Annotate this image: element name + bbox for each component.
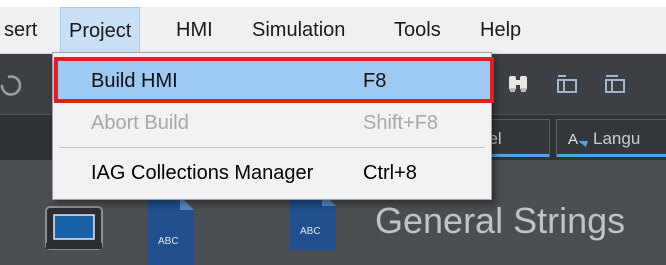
abc-badge: ABC bbox=[300, 226, 321, 237]
menu-insert[interactable]: sert bbox=[0, 7, 45, 53]
app-window: sert Project HMI Simulation Tools Help A… bbox=[0, 0, 666, 265]
abc-badge: ABC bbox=[158, 236, 179, 247]
menu-item-iag-collections-manager[interactable]: IAG Collections Manager Ctrl+8 bbox=[53, 153, 491, 193]
menu-hmi[interactable]: HMI bbox=[168, 7, 221, 53]
menubar: sert Project HMI Simulation Tools Help bbox=[0, 7, 666, 54]
menu-item-shortcut: Ctrl+8 bbox=[363, 162, 417, 184]
document-shape bbox=[290, 192, 336, 250]
tool-icon-2[interactable] bbox=[604, 74, 628, 96]
project-dropdown-menu: Build HMI F8 Abort Build Shift+F8 IAG Co… bbox=[52, 52, 492, 200]
undo-icon[interactable] bbox=[0, 72, 22, 98]
menu-project[interactable]: Project bbox=[60, 7, 141, 53]
workspace-title: General Strings bbox=[375, 200, 626, 241]
tool-icon-1[interactable] bbox=[556, 74, 580, 96]
menu-help[interactable]: Help bbox=[472, 7, 529, 53]
menu-item-shortcut: F8 bbox=[363, 70, 387, 92]
abc-document-icon[interactable]: ABC bbox=[148, 196, 194, 265]
menu-tools[interactable]: Tools bbox=[386, 7, 449, 53]
menu-item-shortcut: Shift+F8 bbox=[363, 112, 439, 134]
menu-separator bbox=[59, 147, 485, 148]
menu-item-build-hmi[interactable]: Build HMI F8 bbox=[53, 61, 491, 101]
tab-languages[interactable]: A Langu bbox=[556, 119, 666, 157]
menu-simulation[interactable]: Simulation bbox=[244, 7, 353, 53]
svg-text:A: A bbox=[568, 131, 578, 148]
screen-icon[interactable] bbox=[42, 203, 106, 253]
abc-document-icon[interactable]: ABC bbox=[290, 192, 336, 250]
tab-label: Langu bbox=[593, 129, 641, 148]
menu-item-label: Abort Build bbox=[91, 112, 189, 134]
document-shape bbox=[148, 196, 194, 265]
find-icon[interactable] bbox=[506, 72, 532, 96]
tab-accent bbox=[557, 154, 666, 157]
language-icon: A bbox=[568, 131, 588, 148]
menu-item-label: Build HMI bbox=[91, 70, 178, 92]
menu-item-label: IAG Collections Manager bbox=[91, 162, 314, 184]
menu-item-abort-build[interactable]: Abort Build Shift+F8 bbox=[53, 103, 491, 143]
